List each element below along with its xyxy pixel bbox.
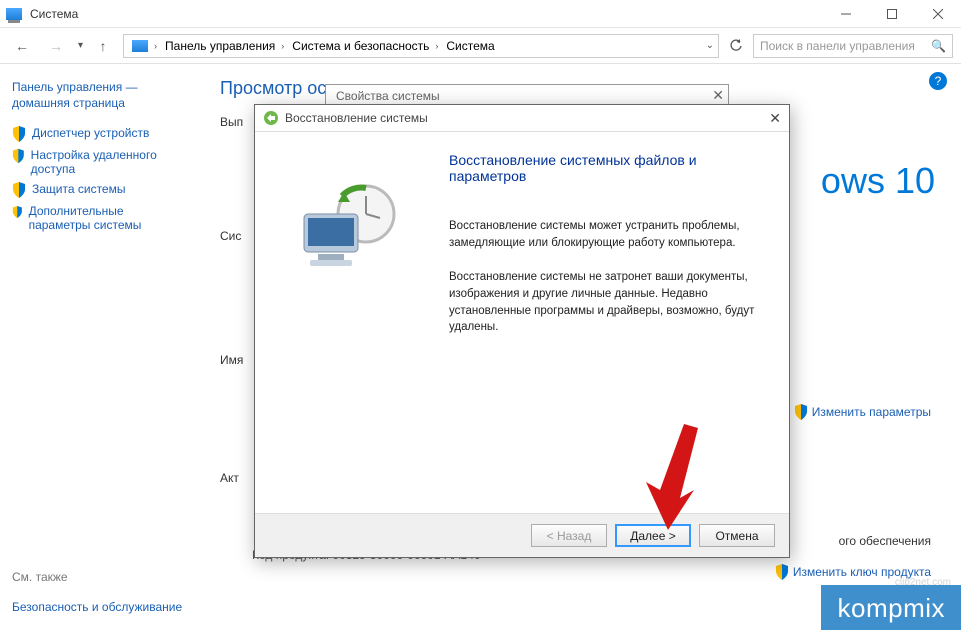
system-restore-dialog: Восстановление системы ✕ Восстановление … xyxy=(254,104,790,558)
wizard-text-panel: Восстановление системных файлов и параме… xyxy=(443,132,789,513)
breadcrumb-item[interactable]: Панель управления xyxy=(165,39,275,53)
search-icon: 🔍 xyxy=(931,39,946,53)
wizard-para2: Восстановление системы не затронет ваши … xyxy=(449,269,765,336)
sidebar-link-protection[interactable]: Защита системы xyxy=(12,182,188,198)
breadcrumbs[interactable]: › Панель управления› Система и безопасно… xyxy=(123,34,719,58)
shield-icon xyxy=(794,404,808,420)
control-panel-home-link[interactable]: Панель управления — xyxy=(12,80,188,94)
search-input[interactable]: Поиск в панели управления 🔍 xyxy=(753,34,953,58)
back-button[interactable]: ← xyxy=(8,32,36,60)
sidebar-link-advanced[interactable]: Дополнительные параметры системы xyxy=(12,204,188,232)
shield-icon xyxy=(12,204,23,220)
breadcrumb-item[interactable]: Система xyxy=(446,39,494,53)
wizard-image-panel xyxy=(255,132,443,513)
window-title: Система xyxy=(30,7,78,21)
sidebar-link-device-manager[interactable]: Диспетчер устройств xyxy=(12,126,188,142)
control-panel-home-link2[interactable]: домашняя страница xyxy=(12,96,188,110)
search-placeholder: Поиск в панели управления xyxy=(760,39,915,53)
kompmix-watermark: kompmix xyxy=(821,585,961,630)
system-icon xyxy=(6,8,22,20)
shield-icon xyxy=(775,564,789,580)
close-button[interactable] xyxy=(915,0,961,28)
change-params-link[interactable]: Изменить параметры xyxy=(794,404,931,420)
close-icon[interactable]: ✕ xyxy=(712,87,724,104)
dialog-footer: < Назад Далее > Отмена xyxy=(255,513,789,557)
sidebar: Панель управления — домашняя страница Ди… xyxy=(0,64,200,630)
see-also-link[interactable]: Безопасность и обслуживание xyxy=(12,599,182,616)
navbar: ← → ▾ ↑ › Панель управления› Система и б… xyxy=(0,28,961,64)
software-text: ого обеспечения xyxy=(839,534,931,548)
maximize-button[interactable] xyxy=(869,0,915,28)
history-dropdown-icon[interactable]: ▾ xyxy=(78,40,83,51)
see-also-heading: См. также xyxy=(12,570,68,584)
forward-button: → xyxy=(42,32,70,60)
restore-wizard-icon xyxy=(294,178,404,278)
shield-icon xyxy=(12,126,26,142)
shield-icon xyxy=(12,148,25,164)
refresh-button[interactable] xyxy=(725,35,747,57)
dialog-titlebar: Восстановление системы ✕ xyxy=(255,105,789,131)
close-button[interactable]: ✕ xyxy=(769,110,781,127)
cancel-button[interactable]: Отмена xyxy=(699,524,775,547)
up-button[interactable]: ↑ xyxy=(89,32,117,60)
titlebar: Система xyxy=(0,0,961,28)
wizard-heading: Восстановление системных файлов и параме… xyxy=(449,152,765,184)
wizard-para1: Восстановление системы может устранить п… xyxy=(449,218,765,251)
dialog-title: Восстановление системы xyxy=(285,111,428,125)
breadcrumb-item[interactable]: Система и безопасность xyxy=(292,39,429,53)
sidebar-link-remote[interactable]: Настройка удаленного доступа xyxy=(12,148,188,176)
windows-logo-text: ows 10 xyxy=(821,160,935,202)
minimize-button[interactable] xyxy=(823,0,869,28)
back-button: < Назад xyxy=(531,524,607,547)
shield-icon xyxy=(12,182,26,198)
red-arrow-annotation xyxy=(636,418,708,536)
pc-icon xyxy=(132,40,148,52)
restore-icon xyxy=(263,110,279,126)
breadcrumb-dropdown-icon[interactable]: ⌄ xyxy=(706,40,714,51)
